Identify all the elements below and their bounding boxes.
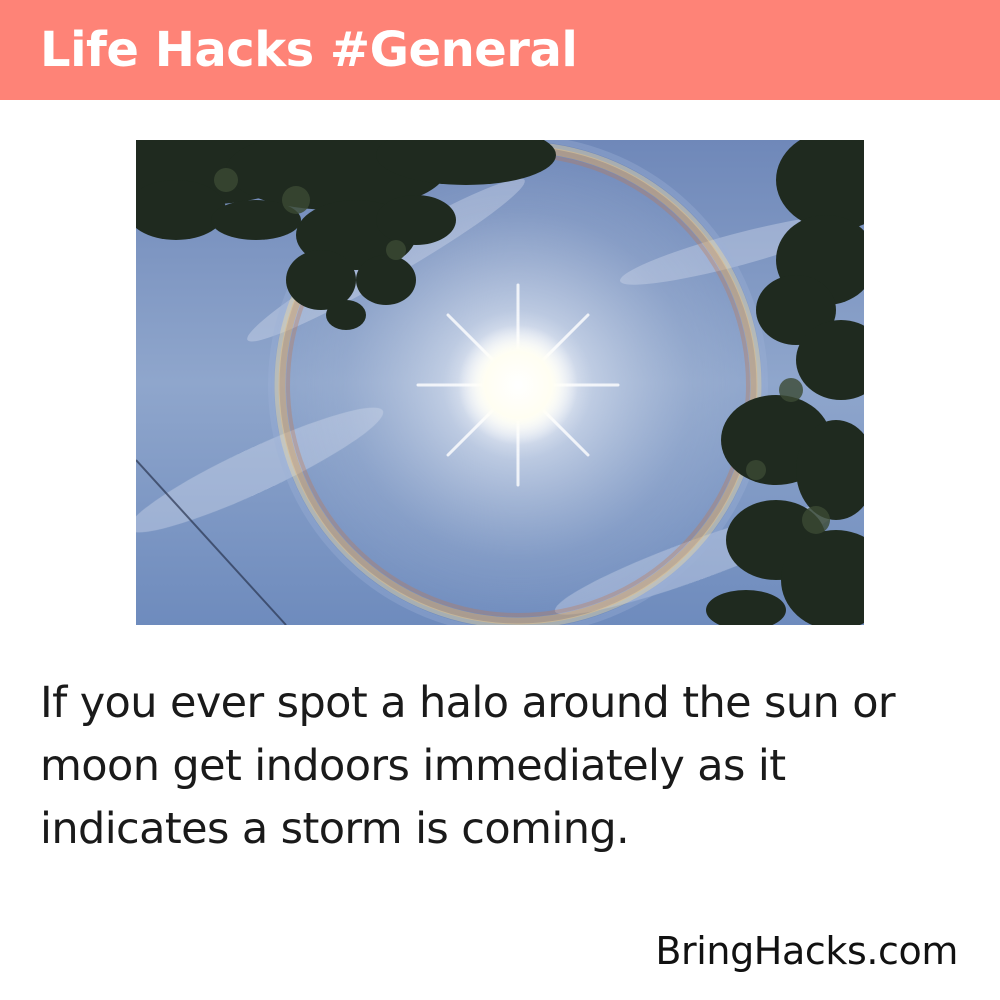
- page-title: Life Hacks #General: [40, 22, 578, 78]
- header-banner: Life Hacks #General: [0, 0, 1000, 100]
- sun-halo-photo: [136, 140, 864, 625]
- hack-text: If you ever spot a halo around the sun o…: [40, 678, 896, 854]
- site-brand: BringHacks.com: [655, 929, 958, 973]
